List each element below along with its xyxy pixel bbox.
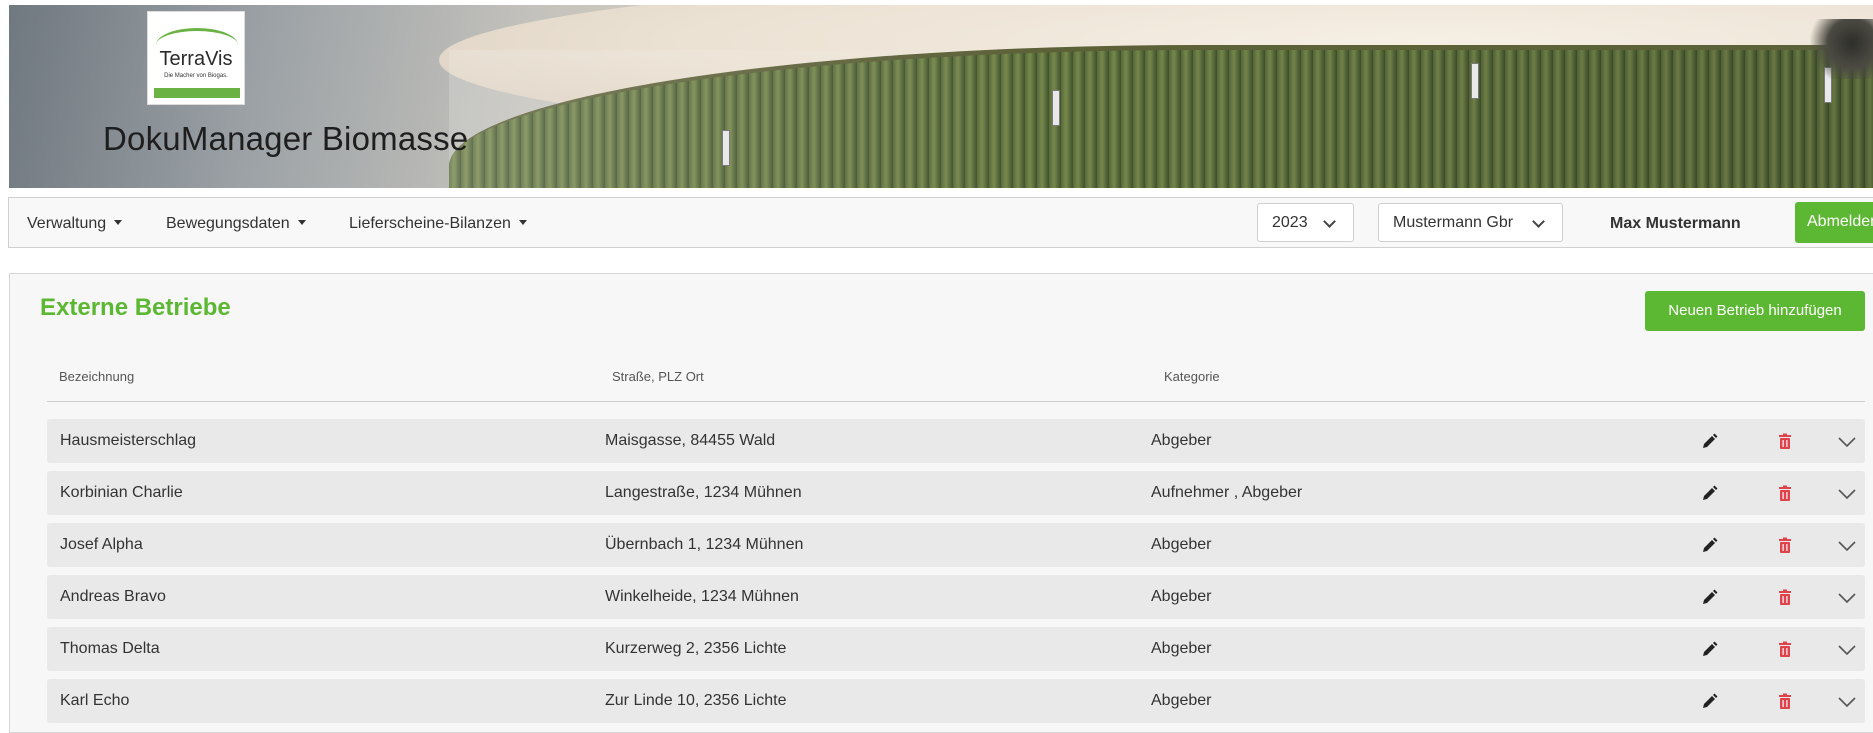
row-address: Maisgasse, 84455 Wald xyxy=(605,432,776,449)
trash-icon[interactable] xyxy=(1774,483,1796,505)
menu-verwaltung[interactable]: Verwaltung xyxy=(27,215,123,233)
menu-verwaltung-label: Verwaltung xyxy=(27,215,107,232)
menu-lieferscheine-bilanzen-label: Lieferscheine-Bilanzen xyxy=(349,215,511,232)
row-address: Übernbach 1, 1234 Mühnen xyxy=(605,536,804,553)
trash-icon[interactable] xyxy=(1774,535,1796,557)
header-banner xyxy=(9,5,1873,188)
column-header-bezeichnung: Bezeichnung xyxy=(59,369,135,384)
pencil-icon[interactable] xyxy=(1698,483,1720,505)
header-divider xyxy=(47,401,1865,402)
row-name: Josef Alpha xyxy=(60,536,143,553)
company-select[interactable]: Mustermann Gbr xyxy=(1378,203,1563,242)
banner-tree xyxy=(1803,19,1873,79)
pencil-icon[interactable] xyxy=(1698,587,1720,609)
table-row[interactable]: Josef Alpha Übernbach 1, 1234 Mühnen Abg… xyxy=(47,523,1865,567)
panel-title: Externe Betriebe xyxy=(40,294,231,321)
company-select-value: Mustermann Gbr xyxy=(1393,214,1514,231)
year-select-value: 2023 xyxy=(1272,214,1308,231)
logo-strip xyxy=(154,88,240,98)
chevron-down-icon[interactable] xyxy=(1836,691,1858,713)
chevron-down-icon xyxy=(1532,215,1545,228)
row-category: Abgeber xyxy=(1151,536,1212,553)
column-header-kategorie: Kategorie xyxy=(1164,369,1220,384)
table-row[interactable]: Karl Echo Zur Linde 10, 2356 Lichte Abge… xyxy=(47,679,1865,723)
banner-lamp xyxy=(722,130,730,166)
caret-down-icon xyxy=(114,220,123,225)
pencil-icon[interactable] xyxy=(1698,691,1720,713)
row-name: Karl Echo xyxy=(60,692,130,709)
row-address: Winkelheide, 1234 Mühnen xyxy=(605,588,799,605)
table-row[interactable]: Hausmeisterschlag Maisgasse, 84455 Wald … xyxy=(47,419,1865,463)
chevron-down-icon[interactable] xyxy=(1836,431,1858,453)
banner-lamp xyxy=(1052,90,1060,126)
chevron-down-icon[interactable] xyxy=(1836,639,1858,661)
table-row[interactable]: Andreas Bravo Winkelheide, 1234 Mühnen A… xyxy=(47,575,1865,619)
trash-icon[interactable] xyxy=(1774,639,1796,661)
menu-bewegungsdaten[interactable]: Bewegungsdaten xyxy=(166,215,306,233)
chevron-down-icon xyxy=(1323,215,1336,228)
main-navbar: Verwaltung Bewegungsdaten Lieferscheine-… xyxy=(8,197,1873,248)
row-name: Hausmeisterschlag xyxy=(60,432,197,449)
app-title: DokuManager Biomasse xyxy=(103,120,469,157)
row-name: Korbinian Charlie xyxy=(60,484,183,501)
caret-down-icon xyxy=(518,220,527,225)
logo-tagline: Die Macher von Biogas. xyxy=(164,73,228,79)
trash-icon[interactable] xyxy=(1774,587,1796,609)
banner-lamp xyxy=(1471,63,1479,99)
table-row[interactable]: Korbinian Charlie Langestraße, 1234 Mühn… xyxy=(47,471,1865,515)
menu-bewegungsdaten-label: Bewegungsdaten xyxy=(166,215,290,232)
row-category: Aufnehmer , Abgeber xyxy=(1151,484,1303,501)
table-row[interactable]: Thomas Delta Kurzerweg 2, 2356 Lichte Ab… xyxy=(47,627,1865,671)
logout-button[interactable]: Abmelden xyxy=(1795,202,1873,243)
row-name: Thomas Delta xyxy=(60,640,160,657)
row-address: Langestraße, 1234 Mühnen xyxy=(605,484,802,501)
year-select[interactable]: 2023 xyxy=(1257,203,1354,242)
row-category: Abgeber xyxy=(1151,432,1212,449)
row-address: Zur Linde 10, 2356 Lichte xyxy=(605,692,787,709)
row-address: Kurzerweg 2, 2356 Lichte xyxy=(605,640,787,657)
row-name: Andreas Bravo xyxy=(60,588,166,605)
terravis-logo: TerraVis Die Macher von Biogas. xyxy=(147,11,245,105)
banner-wall xyxy=(449,45,1873,188)
user-name: Max Mustermann xyxy=(1610,215,1741,232)
add-betrieb-button[interactable]: Neuen Betrieb hinzufügen xyxy=(1645,291,1865,331)
column-header-adresse: Straße, PLZ Ort xyxy=(612,369,704,384)
row-category: Abgeber xyxy=(1151,588,1212,605)
pencil-icon[interactable] xyxy=(1698,431,1720,453)
pencil-icon[interactable] xyxy=(1698,535,1720,557)
menu-lieferscheine-bilanzen[interactable]: Lieferscheine-Bilanzen xyxy=(349,215,527,233)
externe-betriebe-panel: Externe Betriebe Neuen Betrieb hinzufüge… xyxy=(9,273,1873,733)
logo-brand: TerraVis xyxy=(159,48,233,70)
caret-down-icon xyxy=(297,220,306,225)
chevron-down-icon[interactable] xyxy=(1836,587,1858,609)
pencil-icon[interactable] xyxy=(1698,639,1720,661)
row-category: Abgeber xyxy=(1151,692,1212,709)
chevron-down-icon[interactable] xyxy=(1836,483,1858,505)
row-category: Abgeber xyxy=(1151,640,1212,657)
trash-icon[interactable] xyxy=(1774,431,1796,453)
chevron-down-icon[interactable] xyxy=(1836,535,1858,557)
trash-icon[interactable] xyxy=(1774,691,1796,713)
